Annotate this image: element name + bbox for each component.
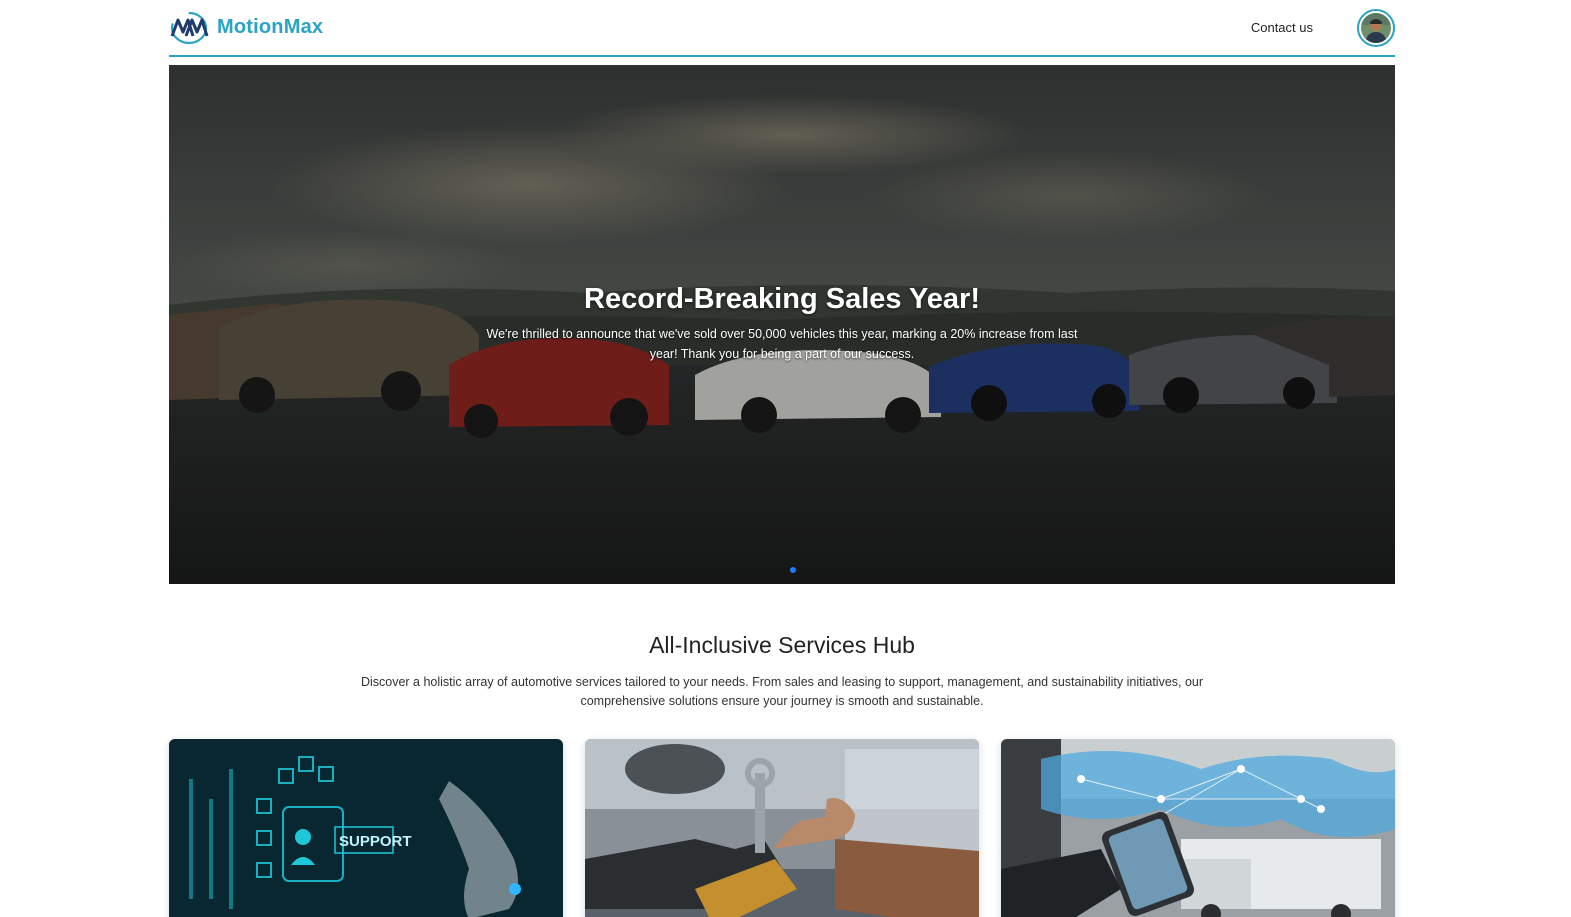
support-digital-image: SUPPORT bbox=[169, 739, 563, 917]
service-card-maintenance[interactable] bbox=[585, 739, 979, 917]
user-avatar-button[interactable] bbox=[1357, 8, 1395, 47]
motionmax-logo-icon bbox=[170, 11, 209, 44]
user-avatar-icon bbox=[1361, 12, 1391, 43]
services-title: All-Inclusive Services Hub bbox=[649, 632, 915, 658]
hero-title: Record-Breaking Sales Year! bbox=[584, 283, 980, 315]
services-header: All-Inclusive Services Hub Discover a ho… bbox=[169, 632, 1395, 711]
nav-right: Contact us bbox=[1251, 8, 1395, 47]
carousel-indicators bbox=[169, 567, 1395, 573]
carousel-dot-active[interactable] bbox=[790, 567, 796, 573]
services-cards: SUPPORT bbox=[169, 739, 1395, 917]
brand-name: MotionMax bbox=[217, 16, 324, 38]
services-description: Discover a holistic array of automotive … bbox=[360, 675, 1204, 708]
service-card-support[interactable]: SUPPORT bbox=[169, 739, 563, 917]
brand-link[interactable]: MotionMax bbox=[169, 10, 323, 46]
hero-text: We're thrilled to announce that we've so… bbox=[486, 327, 1078, 361]
top-navbar: MotionMax Contact us bbox=[169, 0, 1395, 57]
hero-caption: Record-Breaking Sales Year! We're thrill… bbox=[169, 283, 1395, 364]
mechanic-thumbs-up-image bbox=[585, 739, 979, 917]
hero-carousel: Record-Breaking Sales Year! We're thrill… bbox=[169, 65, 1395, 584]
contact-us-link[interactable]: Contact us bbox=[1251, 20, 1313, 35]
service-card-management[interactable] bbox=[1001, 739, 1395, 917]
support-sign-text: SUPPORT bbox=[339, 833, 412, 850]
logistics-network-image bbox=[1001, 739, 1395, 917]
